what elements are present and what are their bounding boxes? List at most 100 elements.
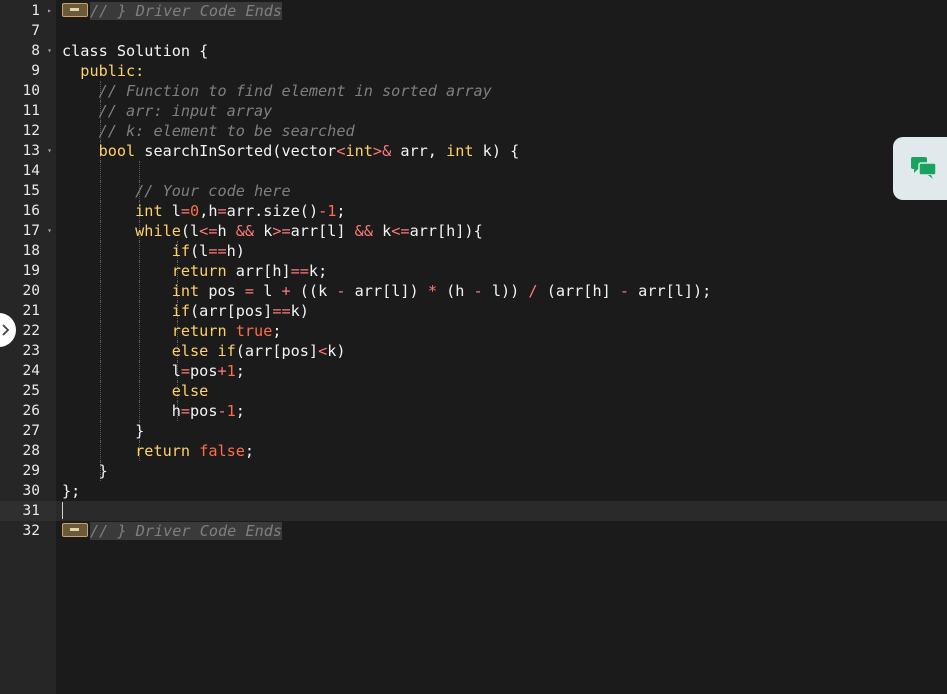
line-number: 16 xyxy=(22,203,40,219)
gutter-row: 19 xyxy=(0,261,56,281)
code-token: k xyxy=(372,222,392,240)
code-token: // } Driver Code Ends xyxy=(90,2,283,20)
code-line[interactable]: // } Driver Code Ends xyxy=(56,1,947,21)
code-text: l=pos+1; xyxy=(62,361,245,381)
folded-code-icon[interactable] xyxy=(62,2,88,17)
code-line[interactable]: if(arr[pos]==k) xyxy=(56,301,947,321)
code-token: if xyxy=(171,302,191,320)
code-token: 1 xyxy=(226,402,236,420)
line-number: 18 xyxy=(22,243,40,259)
code-line[interactable]: class Solution { xyxy=(56,41,947,61)
code-token: class Solution { xyxy=(62,42,209,60)
fold-open-icon[interactable]: ▾ xyxy=(47,41,52,61)
code-token: ((k xyxy=(290,282,337,300)
code-text: // arr: input array xyxy=(62,101,273,121)
code-line[interactable]: bool searchInSorted(vector<int>& arr, in… xyxy=(56,141,947,161)
gutter-row: 12 xyxy=(0,121,56,141)
indent-guide xyxy=(139,161,140,181)
line-number: 26 xyxy=(22,403,40,419)
gutter-row: 20 xyxy=(0,281,56,301)
code-token: ; xyxy=(336,202,346,220)
code-token: - xyxy=(473,282,483,300)
chat-button[interactable] xyxy=(893,137,947,200)
code-line[interactable]: else if(arr[pos]<k) xyxy=(56,341,947,361)
gutter-row: 26 xyxy=(0,401,56,421)
fold-closed-icon[interactable]: ▸ xyxy=(47,1,52,21)
code-line[interactable]: int pos = l + ((k - arr[l]) * (h - l)) /… xyxy=(56,281,947,301)
fold-open-icon[interactable]: ▾ xyxy=(47,221,52,241)
code-line[interactable] xyxy=(56,161,947,181)
fold-open-icon[interactable]: ▾ xyxy=(47,141,52,161)
code-token: / xyxy=(528,282,538,300)
code-token: arr[l] xyxy=(290,222,355,240)
code-token: && xyxy=(354,222,373,240)
gutter-row: 30 xyxy=(0,481,56,501)
code-line[interactable]: } xyxy=(56,421,947,441)
code-area[interactable]: // } Driver Code Ends class Solution { pu… xyxy=(56,0,947,694)
code-token: int xyxy=(135,202,163,220)
code-token: == xyxy=(208,242,227,260)
code-text: h=pos-1; xyxy=(62,401,245,421)
code-token: (arr[pos] xyxy=(190,302,273,320)
line-number: 11 xyxy=(22,103,40,119)
code-token: = xyxy=(217,202,227,220)
code-line[interactable]: // } Driver Code Ends xyxy=(56,521,947,541)
folded-code-icon[interactable] xyxy=(62,522,88,537)
code-line[interactable]: public: xyxy=(56,61,947,81)
code-token: if xyxy=(217,342,236,360)
code-editor[interactable]: 1 ▸ 7 8 ▾ 9 10 11 12 13 ▾ 14 15 16 17 ▾ 18 19 20 21 22 23 24 25… xyxy=(0,0,947,694)
code-token: (l xyxy=(190,242,209,260)
code-token: == xyxy=(272,302,291,320)
code-line[interactable] xyxy=(56,21,947,41)
gutter-row: 28 xyxy=(0,441,56,461)
line-number: 1 xyxy=(31,3,40,19)
line-number: 7 xyxy=(31,23,40,39)
code-line[interactable]: return true; xyxy=(56,321,947,341)
code-token: ,h xyxy=(199,202,218,220)
code-text: while(l<=h && k>=arr[l] && k<=arr[h]){ xyxy=(62,221,483,241)
code-line[interactable]: l=pos+1; xyxy=(56,361,947,381)
line-number: 28 xyxy=(22,443,40,459)
code-text: } xyxy=(62,421,144,441)
code-line[interactable]: return false; xyxy=(56,441,947,461)
code-token: <= xyxy=(391,222,410,240)
code-line[interactable]: // arr: input array xyxy=(56,101,947,121)
code-line[interactable]: if(l==h) xyxy=(56,241,947,261)
code-text: // } Driver Code Ends xyxy=(62,521,283,541)
code-token: return xyxy=(135,442,191,460)
code-token: >= xyxy=(272,222,291,240)
code-token: h) xyxy=(226,242,245,260)
gutter-row: 25 xyxy=(0,381,56,401)
code-token: int xyxy=(345,142,373,160)
code-line[interactable]: // Function to find element in sorted ar… xyxy=(56,81,947,101)
code-token: k) xyxy=(290,302,309,320)
line-number: 23 xyxy=(22,343,40,359)
code-line[interactable]: // Your code here xyxy=(56,181,947,201)
gutter-row: 17 ▾ xyxy=(0,221,56,241)
code-line[interactable]: // k: element to be searched xyxy=(56,121,947,141)
code-line[interactable]: while(l<=h && k>=arr[l] && k<=arr[h]){ xyxy=(56,221,947,241)
code-token: arr.size() xyxy=(226,202,319,220)
text-cursor xyxy=(62,502,63,519)
code-line[interactable] xyxy=(56,501,947,521)
code-line[interactable]: h=pos-1; xyxy=(56,401,947,421)
code-text: return arr[h]==k; xyxy=(62,261,327,281)
code-line[interactable]: } xyxy=(56,461,947,481)
code-token: return xyxy=(171,322,227,340)
code-line[interactable]: int l=0,h=arr.size()-1; xyxy=(56,201,947,221)
line-number: 14 xyxy=(22,163,40,179)
code-token: while xyxy=(135,222,181,240)
gutter-row: 11 xyxy=(0,101,56,121)
code-token: 1 xyxy=(226,362,236,380)
code-line[interactable]: else xyxy=(56,381,947,401)
code-line[interactable]: }; xyxy=(56,481,947,501)
gutter-row: 24 xyxy=(0,361,56,381)
line-number: 24 xyxy=(22,363,40,379)
code-line[interactable]: return arr[h]==k; xyxy=(56,261,947,281)
